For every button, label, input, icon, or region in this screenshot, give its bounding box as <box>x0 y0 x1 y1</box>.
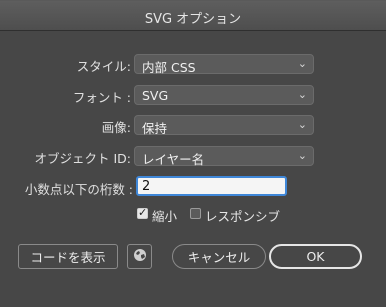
title-bar: SVG オプション <box>0 1 386 31</box>
style-select[interactable]: 内部 CSS ⌄ <box>134 54 314 75</box>
dialog-title: SVG オプション <box>144 12 242 27</box>
image-label: 画像: <box>101 120 131 135</box>
cancel-button[interactable]: キャンセル <box>172 244 266 269</box>
font-select[interactable]: SVG ⌄ <box>134 85 314 105</box>
ok-label: OK <box>306 249 325 264</box>
ok-button[interactable]: OK <box>269 244 362 269</box>
globe-icon <box>133 248 147 265</box>
chevron-updown-icon: ⌄ <box>297 57 307 70</box>
font-value: SVG <box>142 88 169 103</box>
decimal-places-field[interactable] <box>136 176 287 196</box>
object-id-select[interactable]: レイヤー名 ⌄ <box>134 146 314 167</box>
image-value: 保持 <box>142 121 168 136</box>
object-id-label: オブジェクト ID: <box>34 151 132 166</box>
chevron-updown-icon: ⌄ <box>297 88 307 101</box>
image-select[interactable]: 保持 ⌄ <box>134 115 314 136</box>
web-preview-button[interactable] <box>127 244 152 269</box>
chevron-updown-icon: ⌄ <box>297 118 307 131</box>
style-value: 内部 CSS <box>142 60 196 75</box>
object-id-value: レイヤー名 <box>142 152 205 167</box>
cancel-label: キャンセル <box>187 250 251 265</box>
svg-options-dialog: SVG オプション スタイル: 内部 CSS ⌄ フォント : SVG ⌄ 画像… <box>0 0 386 307</box>
minify-label: 縮小 <box>152 209 178 224</box>
chevron-updown-icon: ⌄ <box>297 149 307 162</box>
minify-checkbox[interactable] <box>137 206 148 219</box>
style-label: スタイル: <box>76 59 131 74</box>
decimal-places-label: 小数点以下の桁数 : <box>24 182 133 197</box>
decimal-places-input[interactable] <box>142 179 277 193</box>
show-code-label: コードを表示 <box>30 250 106 265</box>
responsive-label: レスポンシブ <box>205 209 281 224</box>
font-label: フォント : <box>72 90 131 105</box>
responsive-checkbox[interactable] <box>190 208 201 219</box>
show-code-button[interactable]: コードを表示 <box>18 244 118 269</box>
